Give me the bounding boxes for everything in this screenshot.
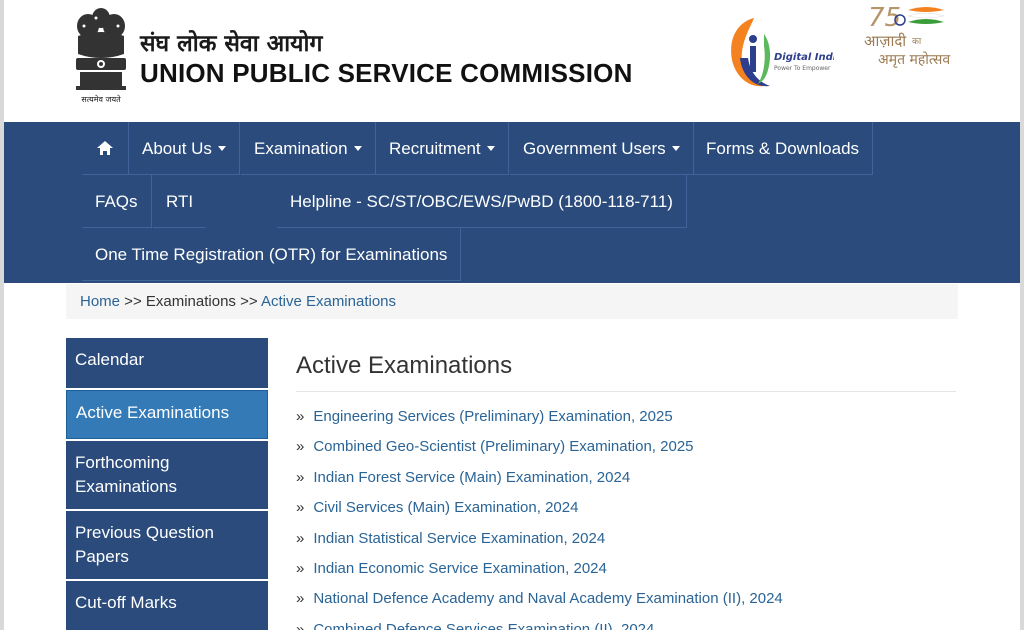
active-exams-list: » Engineering Services (Preliminary) Exam… <box>296 404 976 630</box>
nav-government-users[interactable]: Government Users <box>510 122 694 175</box>
national-emblem-logo[interactable]: सत्यमेव जयते <box>70 6 132 106</box>
list-item: » Indian Statistical Service Examination,… <box>296 526 976 556</box>
exam-link[interactable]: Civil Services (Main) Examination, 2024 <box>313 499 578 516</box>
breadcrumb-current-link[interactable]: Active Examinations <box>261 293 396 310</box>
nav-otr[interactable]: One Time Registration (OTR) for Examinat… <box>82 228 462 281</box>
breadcrumb-separator: >> <box>235 293 261 310</box>
bullet-icon: » <box>296 590 305 608</box>
chevron-down-icon <box>353 146 362 152</box>
exam-link[interactable]: Indian Forest Service (Main) Examination… <box>313 469 630 486</box>
chevron-down-icon <box>486 146 495 152</box>
nav-faqs-label: FAQs <box>95 192 138 211</box>
list-item: » Combined Geo-Scientist (Preliminary) Ex… <box>296 434 976 464</box>
bullet-icon: » <box>296 499 305 517</box>
home-icon <box>97 140 113 155</box>
exam-link[interactable]: Indian Statistical Service Examination, … <box>313 530 605 547</box>
list-item: » Indian Economic Service Examination, 20… <box>296 556 976 586</box>
emblem-motto: सत्यमेव जयते <box>81 94 121 104</box>
breadcrumb: Home >> Examinations >> Active Examinati… <box>66 284 958 319</box>
digital-india-tagline: Power To Empower <box>774 65 831 72</box>
sidebar-item-cut-off-marks[interactable]: Cut-off Marks <box>66 581 268 630</box>
azadi-line1-suffix: का <box>912 37 922 47</box>
nav-about-us-label: About Us <box>142 139 212 158</box>
nav-examination[interactable]: Examination <box>241 122 376 175</box>
page-frame-left <box>0 0 4 630</box>
bullet-icon: » <box>296 529 305 547</box>
nav-helpline-label: Helpline - SC/ST/OBC/EWS/PwBD (1800-118-… <box>290 192 673 211</box>
bullet-icon: » <box>296 408 305 425</box>
org-title-hindi: संघ लोक सेवा आयोग <box>140 31 323 57</box>
exam-link[interactable]: Combined Geo-Scientist (Preliminary) Exa… <box>313 438 693 455</box>
main-navigation: About Us Examination Recruitment Governm… <box>4 122 1020 283</box>
page-frame-right <box>1020 0 1024 630</box>
title-divider <box>296 391 956 392</box>
sidebar-item-label: Calendar <box>75 350 144 369</box>
chevron-down-icon <box>671 146 680 152</box>
exam-link[interactable]: Combined Defence Services Examination (I… <box>313 621 654 630</box>
sidebar-item-calendar[interactable]: Calendar <box>66 338 268 388</box>
azadi-line2: अमृत महोत्सव <box>878 51 950 68</box>
nav-home[interactable] <box>82 122 129 175</box>
nav-rti[interactable]: RTI <box>153 175 207 228</box>
sidebar-item-forthcoming-examinations[interactable]: Forthcoming Examinations <box>66 441 268 509</box>
sidebar-item-label: Forthcoming Examinations <box>75 453 178 496</box>
sidebar-item-label: Cut-off Marks <box>75 593 177 612</box>
nav-rti-label: RTI <box>166 192 194 211</box>
list-item: » Indian Forest Service (Main) Examinatio… <box>296 465 976 495</box>
chevron-down-icon <box>217 146 226 152</box>
azadi-ka-amrit-mahotsav-logo[interactable]: 75 आज़ादी का अमृत महोत्सव <box>860 0 965 75</box>
nav-forms-downloads[interactable]: Forms & Downloads <box>693 122 874 175</box>
nav-about-us[interactable]: About Us <box>129 122 240 175</box>
breadcrumb-home-link[interactable]: Home <box>80 293 120 310</box>
digital-india-logo[interactable]: Digital India Power To Empower <box>724 12 834 92</box>
list-item: » National Defence Academy and Naval Acad… <box>296 586 976 616</box>
sidebar-item-label: Previous Question Papers <box>75 523 214 566</box>
nav-forms-downloads-label: Forms & Downloads <box>706 139 860 158</box>
nav-faqs[interactable]: FAQs <box>82 175 152 228</box>
sidebar-item-previous-question-papers[interactable]: Previous Question Papers <box>66 511 268 579</box>
list-item: » Combined Defence Services Examination (… <box>296 617 976 630</box>
bullet-icon: » <box>296 438 305 456</box>
digital-india-title: Digital India <box>774 52 834 63</box>
azadi-line1: आज़ादी <box>864 32 907 50</box>
exam-link[interactable]: Indian Economic Service Examination, 202… <box>313 560 607 577</box>
breadcrumb-examinations: Examinations <box>145 293 236 310</box>
exam-link[interactable]: National Defence Academy and Naval Acade… <box>313 590 782 607</box>
nav-government-users-label: Government Users <box>523 139 666 158</box>
nav-recruitment[interactable]: Recruitment <box>376 122 509 175</box>
nav-recruitment-label: Recruitment <box>389 139 481 158</box>
nav-examination-label: Examination <box>254 139 348 158</box>
nav-helpline[interactable]: Helpline - SC/ST/OBC/EWS/PwBD (1800-118-… <box>277 175 687 228</box>
sidebar-item-active-examinations[interactable]: Active Examinations <box>66 390 268 439</box>
sidebar-item-label: Active Examinations <box>76 403 230 422</box>
list-item: » Engineering Services (Preliminary) Exam… <box>296 404 976 434</box>
breadcrumb-separator: >> <box>120 293 146 310</box>
bullet-icon: » <box>296 559 305 577</box>
bullet-icon: » <box>296 620 305 630</box>
list-item: » Civil Services (Main) Examination, 2024 <box>296 495 976 525</box>
page-title: Active Examinations <box>296 352 513 379</box>
exam-link[interactable]: Engineering Services (Preliminary) Exami… <box>313 408 672 425</box>
bullet-icon: » <box>296 468 305 486</box>
site-header: सत्यमेव जयते संघ लोक सेवा आयोग UNION PUB… <box>4 0 1020 122</box>
nav-otr-label: One Time Registration (OTR) for Examinat… <box>95 245 448 264</box>
org-title-english: UNION PUBLIC SERVICE COMMISSION <box>140 58 633 88</box>
